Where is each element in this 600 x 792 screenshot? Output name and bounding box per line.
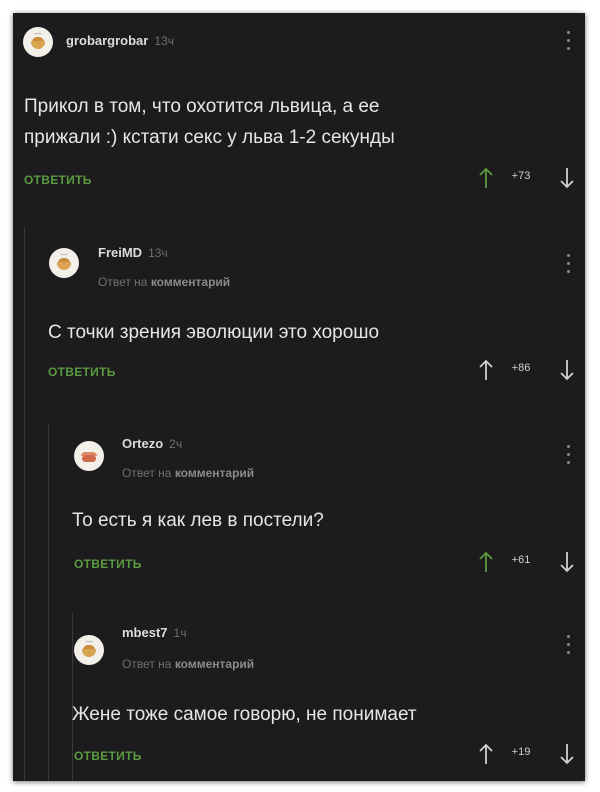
comment-text-line: То есть я как лев в постели?	[72, 510, 324, 531]
thread-line	[48, 423, 49, 781]
arrow-down-icon[interactable]	[560, 359, 574, 381]
comment-text-line: прижали :) кстати секс у льва 1-2 секунд…	[24, 127, 395, 148]
reply-to-link[interactable]: комментарий	[151, 275, 230, 289]
more-vertical-icon[interactable]	[567, 635, 571, 655]
comment-author[interactable]: Ortezo 2ч	[122, 436, 182, 451]
reply-to-link[interactable]: комментарий	[175, 466, 254, 480]
comment-author[interactable]: mbest7 1ч	[122, 625, 186, 640]
comment-time: 1ч	[173, 626, 187, 640]
vote-score: +61	[511, 554, 531, 566]
arrow-up-icon[interactable]	[479, 167, 493, 189]
reply-to-prefix: Ответ на	[122, 466, 172, 480]
vote-controls: +73	[475, 167, 575, 189]
comment-text: Жене тоже самое говорю, не понимает	[72, 699, 417, 730]
vote-score: +73	[511, 170, 531, 182]
reply-to: Ответ на комментарий	[122, 466, 254, 480]
more-vertical-icon[interactable]	[567, 31, 571, 51]
comment-time: 2ч	[169, 437, 183, 451]
comment-time: 13ч	[148, 246, 168, 260]
user-avatar[interactable]	[74, 635, 104, 665]
reply-button[interactable]: ОТВЕТИТЬ	[74, 749, 142, 763]
arrow-up-icon[interactable]	[479, 743, 493, 765]
arrow-down-icon[interactable]	[560, 743, 574, 765]
comment-author[interactable]: grobargrobar 13ч	[66, 33, 174, 48]
arrow-down-icon[interactable]	[560, 167, 574, 189]
vote-controls: +19	[475, 743, 575, 765]
arrow-down-icon[interactable]	[560, 551, 574, 573]
author-name[interactable]: grobargrobar	[66, 33, 148, 48]
comment-text-line: С точки зрения эволюции это хорошо	[48, 322, 380, 343]
comment-text: Прикол в том, что охотится львица, а ее …	[24, 91, 395, 153]
comment-time: 13ч	[154, 34, 174, 48]
reply-button[interactable]: ОТВЕТИТЬ	[48, 365, 116, 379]
vote-score: +86	[511, 362, 531, 374]
user-avatar[interactable]	[49, 248, 79, 278]
author-name[interactable]: mbest7	[122, 625, 168, 640]
reply-to-prefix: Ответ на	[122, 657, 172, 671]
vote-score: +19	[511, 746, 531, 758]
comment-text: То есть я как лев в постели?	[72, 505, 324, 536]
reply-to: Ответ на комментарий	[98, 275, 230, 289]
user-avatar[interactable]	[23, 27, 53, 57]
comments-panel: grobargrobar 13ч Прикол в том, что охотит…	[13, 13, 585, 781]
vote-controls: +61	[475, 551, 575, 573]
vote-controls: +86	[475, 359, 575, 381]
thread-line	[24, 227, 25, 781]
reply-to: Ответ на комментарий	[122, 657, 254, 671]
comment-text: С точки зрения эволюции это хорошо	[48, 317, 379, 348]
reply-to-link[interactable]: комментарий	[175, 657, 254, 671]
user-avatar[interactable]	[74, 441, 104, 471]
reply-to-prefix: Ответ на	[98, 275, 148, 289]
comment-text-line: Жене тоже самое говорю, не понимает	[72, 704, 417, 725]
arrow-up-icon[interactable]	[479, 551, 493, 573]
comment-author[interactable]: FreiMD 13ч	[98, 245, 168, 260]
comment-text-line: Прикол в том, что охотится львица, а ее	[24, 96, 380, 117]
arrow-up-icon[interactable]	[479, 359, 493, 381]
reply-button[interactable]: ОТВЕТИТЬ	[74, 557, 142, 571]
more-vertical-icon[interactable]	[567, 254, 571, 274]
author-name[interactable]: Ortezo	[122, 436, 163, 451]
reply-button[interactable]: ОТВЕТИТЬ	[24, 173, 92, 187]
more-vertical-icon[interactable]	[567, 445, 571, 465]
thread-line	[72, 613, 73, 781]
author-name[interactable]: FreiMD	[98, 245, 142, 260]
